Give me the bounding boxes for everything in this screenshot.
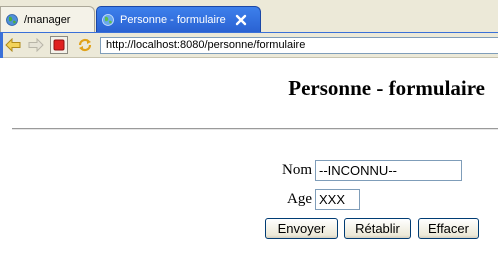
reset-button[interactable]: Rétablir bbox=[344, 218, 411, 239]
age-label: Age bbox=[287, 191, 312, 207]
clear-button[interactable]: Effacer bbox=[418, 218, 479, 239]
back-button[interactable] bbox=[4, 36, 22, 54]
tab-label: Personne - formulaire bbox=[120, 13, 226, 26]
page-content: Personne - formulaire Nom Age Envoyer Ré… bbox=[0, 58, 498, 263]
stop-icon bbox=[53, 39, 65, 51]
forward-button[interactable] bbox=[27, 36, 45, 54]
submit-button[interactable]: Envoyer bbox=[265, 218, 338, 239]
nom-input[interactable] bbox=[315, 160, 462, 181]
stop-button[interactable] bbox=[50, 36, 68, 54]
horizontal-rule bbox=[12, 128, 498, 130]
globe-icon bbox=[102, 13, 114, 26]
forward-arrow-icon bbox=[28, 38, 44, 52]
tab-personne-formulaire[interactable]: Personne - formulaire bbox=[96, 6, 261, 32]
refresh-button[interactable] bbox=[76, 36, 94, 54]
tab-label: /manager bbox=[24, 13, 71, 26]
refresh-icon bbox=[78, 38, 92, 52]
tab-manager[interactable]: /manager bbox=[0, 6, 95, 32]
page-title: Personne - formulaire bbox=[288, 76, 485, 100]
back-arrow-icon bbox=[5, 38, 21, 52]
address-bar[interactable]: http://localhost:8080/personne/formulair… bbox=[100, 37, 498, 54]
globe-icon bbox=[6, 13, 18, 26]
close-icon[interactable] bbox=[235, 14, 247, 26]
nom-label: Nom bbox=[282, 162, 312, 178]
tab-bar: /manager Personne - formulaire bbox=[0, 0, 498, 33]
navigation-bar: http://localhost:8080/personne/formulair… bbox=[0, 33, 498, 58]
age-input[interactable] bbox=[315, 189, 360, 210]
